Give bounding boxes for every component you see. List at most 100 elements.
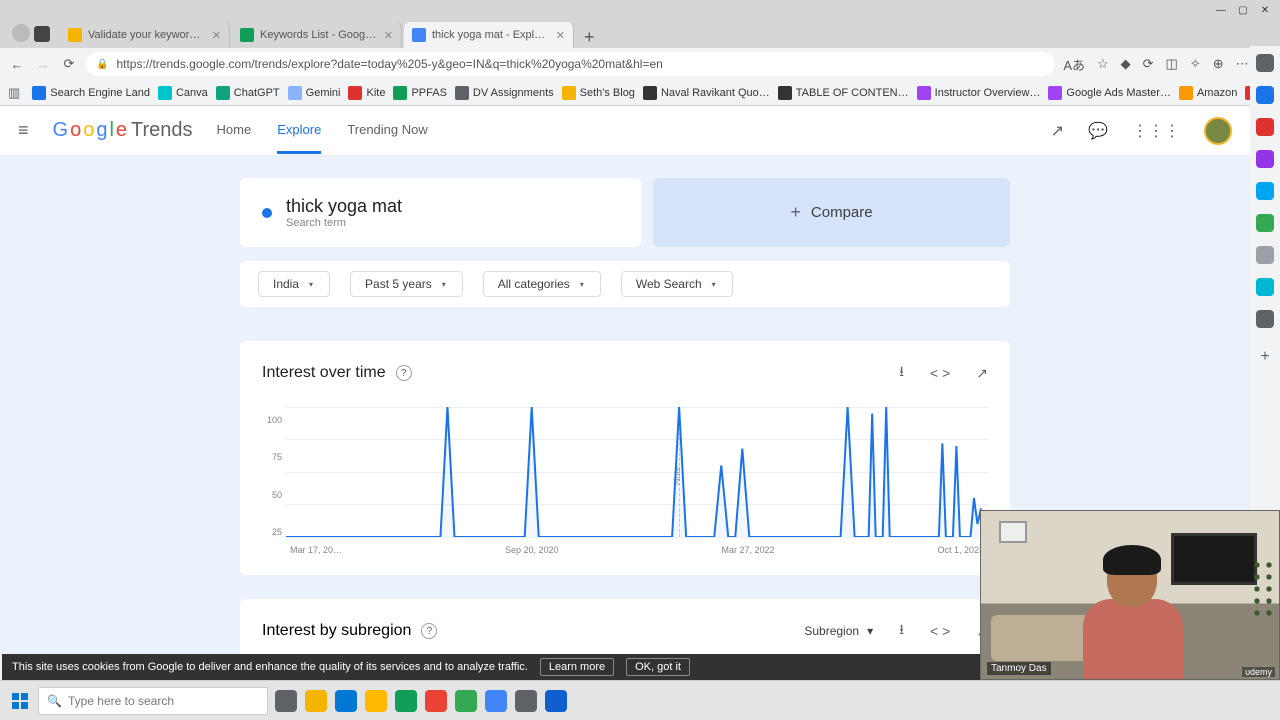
- extension-icon-4[interactable]: ✧: [1190, 56, 1201, 72]
- feedback-icon[interactable]: 💬: [1088, 121, 1108, 141]
- cookie-learn-more[interactable]: Learn more: [540, 658, 614, 676]
- url-input[interactable]: 🔒 https://trends.google.com/trends/explo…: [86, 52, 1055, 76]
- window-close[interactable]: ✕: [1254, 5, 1276, 16]
- taskbar-app-icon[interactable]: [422, 687, 450, 715]
- bookmark-item[interactable]: Canva: [158, 86, 208, 100]
- embed-icon[interactable]: < >: [930, 623, 950, 639]
- bookmark-item[interactable]: Seth's Blog: [562, 86, 635, 100]
- search-term-card[interactable]: thick yoga mat Search term: [240, 178, 641, 247]
- bookmark-favicon: [1048, 86, 1062, 100]
- taskbar-app-icon[interactable]: [302, 687, 330, 715]
- browser-tab[interactable]: thick yoga mat - Explore - Goog✕: [404, 22, 574, 48]
- bookmark-favicon: [348, 86, 362, 100]
- help-icon[interactable]: ?: [396, 365, 412, 381]
- taskbar-app-icon[interactable]: [392, 687, 420, 715]
- menu-icon[interactable]: ≡: [18, 120, 29, 141]
- forward-button: →: [34, 55, 52, 73]
- taskbar-app-icon[interactable]: [452, 687, 480, 715]
- filter-category[interactable]: All categories▾: [483, 271, 601, 297]
- taskbar-app-icon[interactable]: [332, 687, 360, 715]
- filter-bar: India▾ Past 5 years▾ All categories▾ Web…: [240, 261, 1010, 307]
- taskbar-app-icon[interactable]: [542, 687, 570, 715]
- lock-icon: 🔒: [96, 59, 108, 70]
- bookmark-item[interactable]: Naval Ravikant Quo…: [643, 86, 770, 100]
- bookmark-favicon: [455, 86, 469, 100]
- new-tab-button[interactable]: +: [576, 27, 603, 48]
- browser-tabbar: Validate your keywords - Googl✕Keywords …: [0, 20, 1280, 48]
- edge-sidebar-icon[interactable]: [1256, 182, 1274, 200]
- windows-taskbar: 🔍 Type here to search: [0, 680, 1280, 720]
- bookmark-label: TABLE OF CONTEN…: [796, 87, 909, 99]
- share-icon[interactable]: ↗: [1051, 121, 1064, 141]
- nav-explore[interactable]: Explore: [277, 108, 321, 154]
- edge-sidebar-add[interactable]: +: [1260, 348, 1269, 366]
- edge-sidebar-icon[interactable]: [1256, 86, 1274, 104]
- browser-tab[interactable]: Keywords List - Google Sheets✕: [232, 22, 402, 48]
- embed-icon[interactable]: < >: [930, 365, 950, 381]
- bookmark-label: Instructor Overview…: [935, 87, 1041, 99]
- edge-sidebar-icon[interactable]: [1256, 150, 1274, 168]
- interest-chart[interactable]: Note Mar 17, 20…Sep 20, 2020Mar 27, 2022…: [286, 407, 988, 555]
- taskbar-app-icon[interactable]: [482, 687, 510, 715]
- bookmark-item[interactable]: DV Assignments: [455, 86, 554, 100]
- bookmarks-folder-icon[interactable]: ▥: [8, 85, 20, 101]
- panel-title: Interest by subregion: [262, 622, 411, 640]
- favorite-icon[interactable]: ☆: [1097, 56, 1109, 72]
- bookmark-item[interactable]: Kite: [348, 86, 385, 100]
- tab-close-icon[interactable]: ✕: [556, 29, 565, 42]
- edge-sidebar-icon[interactable]: [1256, 278, 1274, 296]
- window-maximize[interactable]: ▢: [1232, 5, 1254, 16]
- filter-time[interactable]: Past 5 years▾: [350, 271, 463, 297]
- taskbar-app-icon[interactable]: [362, 687, 390, 715]
- bookmark-item[interactable]: Amazon: [1179, 86, 1237, 100]
- bookmark-item[interactable]: Instructor Overview…: [917, 86, 1041, 100]
- filter-searchtype[interactable]: Web Search▾: [621, 271, 733, 297]
- share-chart-icon[interactable]: ↗: [976, 365, 988, 382]
- nav-home[interactable]: Home: [217, 108, 252, 154]
- taskbar-app-icon[interactable]: [512, 687, 540, 715]
- extension-icon-1[interactable]: ◆: [1121, 56, 1131, 72]
- edge-sidebar-icon[interactable]: [1256, 310, 1274, 328]
- reload-button[interactable]: ⟳: [60, 55, 78, 73]
- download-icon[interactable]: ⭳: [899, 619, 904, 643]
- bookmark-label: Gemini: [306, 87, 341, 99]
- reader-mode-icon[interactable]: Aあ: [1063, 55, 1085, 74]
- bookmark-item[interactable]: TABLE OF CONTEN…: [778, 86, 909, 100]
- window-minimize[interactable]: —: [1210, 5, 1232, 16]
- browser-profile-icon[interactable]: [12, 24, 30, 42]
- taskbar-app-icon[interactable]: [272, 687, 300, 715]
- filter-geo[interactable]: India▾: [258, 271, 330, 297]
- udemy-watermark: ᴜdemy: [1242, 667, 1275, 677]
- search-term-type: Search term: [286, 217, 402, 229]
- download-icon[interactable]: ⭳: [899, 361, 904, 385]
- bookmark-item[interactable]: ChatGPT: [216, 86, 280, 100]
- apps-icon[interactable]: ⋮⋮⋮: [1132, 121, 1180, 141]
- browser-app-icon[interactable]: [34, 26, 50, 42]
- start-button[interactable]: [6, 687, 34, 715]
- bookmark-item[interactable]: Google Ads Master…: [1048, 86, 1171, 100]
- bookmark-item[interactable]: Gemini: [288, 86, 341, 100]
- edge-sidebar-icon[interactable]: [1256, 54, 1274, 72]
- back-button[interactable]: ←: [8, 55, 26, 73]
- google-trends-logo[interactable]: Google Trends: [53, 119, 193, 142]
- bookmark-item[interactable]: Search Engine Land: [32, 86, 150, 100]
- edge-sidebar-icon[interactable]: [1256, 214, 1274, 232]
- more-icon[interactable]: ⋯: [1236, 56, 1249, 72]
- chevron-down-icon: ▾: [867, 624, 873, 638]
- edge-sidebar-icon[interactable]: [1256, 118, 1274, 136]
- tab-close-icon[interactable]: ✕: [212, 29, 221, 42]
- nav-trending[interactable]: Trending Now: [347, 108, 427, 154]
- edge-sidebar-icon[interactable]: [1256, 246, 1274, 264]
- subregion-dropdown[interactable]: Subregion▾: [804, 624, 873, 638]
- bookmark-item[interactable]: PPFAS: [393, 86, 446, 100]
- extension-icon-2[interactable]: ⟳: [1143, 56, 1154, 72]
- cookie-ok-button[interactable]: OK, got it: [626, 658, 690, 676]
- tab-close-icon[interactable]: ✕: [384, 29, 393, 42]
- taskbar-search[interactable]: 🔍 Type here to search: [38, 687, 268, 715]
- extension-icon-5[interactable]: ⊕: [1213, 56, 1224, 72]
- help-icon[interactable]: ?: [421, 623, 437, 639]
- extension-icon-3[interactable]: ◫: [1166, 56, 1178, 72]
- browser-tab[interactable]: Validate your keywords - Googl✕: [60, 22, 230, 48]
- account-avatar[interactable]: [1204, 117, 1232, 145]
- add-compare-button[interactable]: + Compare: [653, 178, 1010, 247]
